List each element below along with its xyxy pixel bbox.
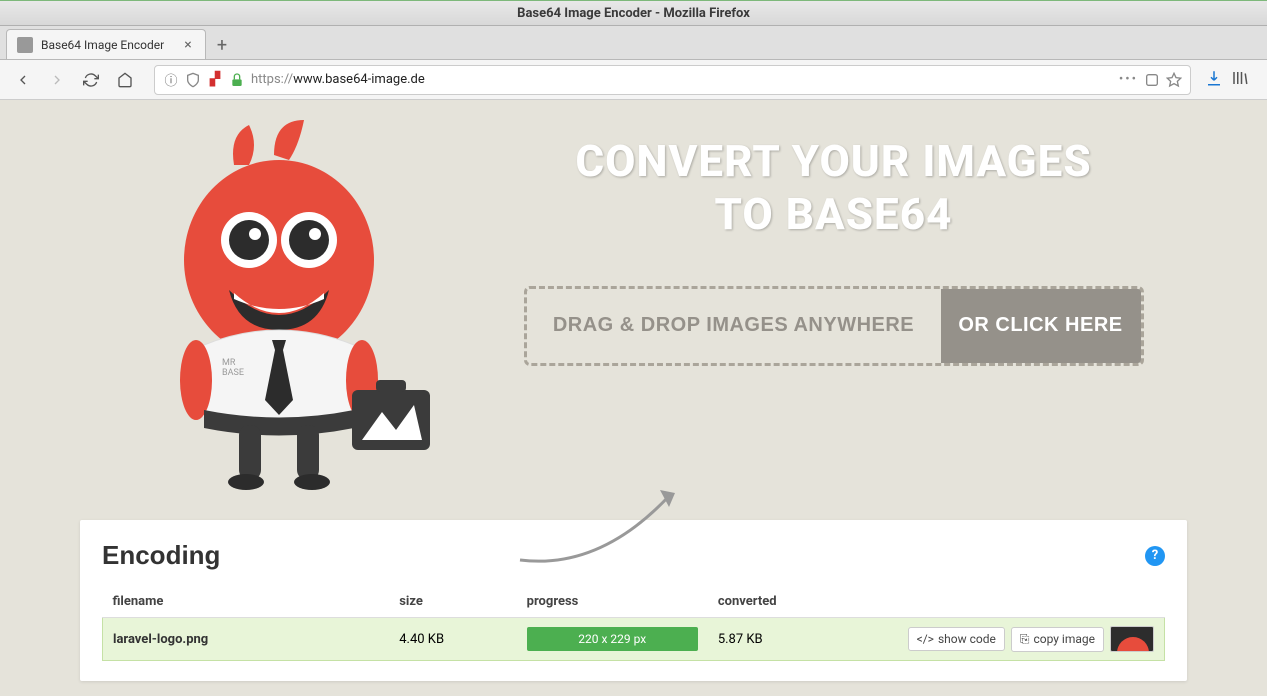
copy-image-button[interactable]: ⎘ copy image xyxy=(1011,627,1104,652)
col-progress: progress xyxy=(517,586,708,618)
browser-tabbar: Base64 Image Encoder × + xyxy=(0,26,1267,60)
tab-close-button[interactable]: × xyxy=(181,38,195,52)
home-button[interactable] xyxy=(110,65,140,95)
blocker-icon[interactable]: ▞ xyxy=(207,72,223,88)
forward-button[interactable] xyxy=(42,65,72,95)
tab-title: Base64 Image Encoder xyxy=(41,38,164,52)
library-button[interactable] xyxy=(1231,69,1249,91)
col-size: size xyxy=(389,586,516,618)
code-icon: </> xyxy=(917,632,934,646)
shield-icon[interactable] xyxy=(185,72,201,88)
info-icon[interactable]: ⓘ xyxy=(163,72,179,88)
window-titlebar: Base64 Image Encoder - Mozilla Firefox xyxy=(0,0,1267,26)
dropzone[interactable]: DRAG & DROP IMAGES ANYWHERE OR CLICK HER… xyxy=(524,286,1144,366)
help-icon[interactable]: ? xyxy=(1145,546,1165,566)
arrow-illustration xyxy=(510,480,710,570)
hero-title-line2: TO BASE64 xyxy=(524,188,1144,241)
panel-title: Encoding xyxy=(102,540,220,571)
copy-icon: ⎘ xyxy=(1020,632,1030,647)
url-bar[interactable]: ⓘ ▞ https://www.base64-image.de ••• xyxy=(154,65,1191,95)
reader-mode-icon[interactable] xyxy=(1144,72,1160,88)
dropzone-label: DRAG & DROP IMAGES ANYWHERE xyxy=(527,289,941,363)
page-actions-icon[interactable]: ••• xyxy=(1119,72,1138,87)
click-here-button[interactable]: OR CLICK HERE xyxy=(941,289,1141,363)
window-title: Base64 Image Encoder - Mozilla Firefox xyxy=(517,6,750,21)
svg-text:BASE: BASE xyxy=(222,368,244,378)
mascot-illustration: MR BASE xyxy=(124,110,464,500)
progress-bar: 220 x 229 px xyxy=(527,627,698,651)
page-content: MR BASE CONVERT YOUR IMAGES TO BASE64 DR… xyxy=(0,100,1267,696)
table-row: laravel-logo.png 4.40 KB 220 x 229 px 5.… xyxy=(103,618,1165,661)
svg-text:MR: MR xyxy=(222,358,236,368)
cell-size: 4.40 KB xyxy=(389,618,516,661)
col-converted: converted xyxy=(708,586,835,618)
bookmark-star-icon[interactable] xyxy=(1166,72,1182,88)
cell-progress: 220 x 229 px xyxy=(517,618,708,661)
browser-tab[interactable]: Base64 Image Encoder × xyxy=(6,29,206,59)
reload-button[interactable] xyxy=(76,65,106,95)
thumbnail[interactable] xyxy=(1110,626,1154,652)
cell-filename: laravel-logo.png xyxy=(103,618,390,661)
show-code-button[interactable]: </> show code xyxy=(908,627,1005,651)
hero-title-line1: CONVERT YOUR IMAGES xyxy=(524,135,1144,188)
hero-section: MR BASE CONVERT YOUR IMAGES TO BASE64 DR… xyxy=(0,100,1267,500)
new-tab-button[interactable]: + xyxy=(208,31,236,59)
hero-title: CONVERT YOUR IMAGES TO BASE64 xyxy=(524,135,1144,241)
downloads-button[interactable] xyxy=(1205,69,1223,91)
cell-converted: 5.87 KB xyxy=(708,618,835,661)
favicon-icon xyxy=(17,37,33,53)
url-text: https://www.base64-image.de xyxy=(251,72,1113,87)
lock-icon xyxy=(229,72,245,88)
back-button[interactable] xyxy=(8,65,38,95)
col-filename: filename xyxy=(103,586,390,618)
browser-toolbar: ⓘ ▞ https://www.base64-image.de ••• xyxy=(0,60,1267,100)
hero-right: CONVERT YOUR IMAGES TO BASE64 DRAG & DRO… xyxy=(524,110,1144,500)
files-table: filename size progress converted laravel… xyxy=(102,586,1165,661)
